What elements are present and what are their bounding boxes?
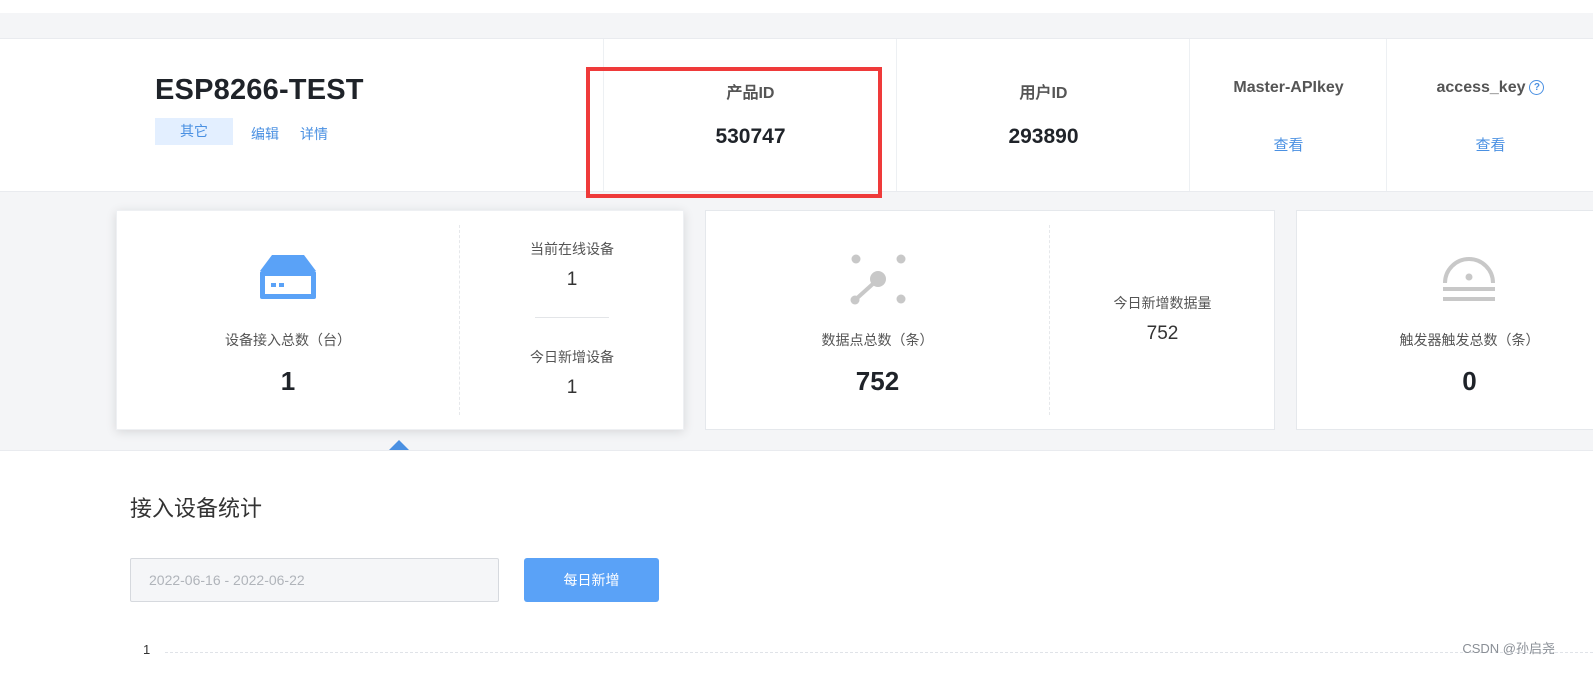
datapoints-total-section: 数据点总数（条） 752 xyxy=(706,211,1049,429)
datapoints-detail-section: 今日新增数据量 752 xyxy=(1049,211,1276,429)
triggers-stat-card[interactable]: 触发器触发总数（条） 0 xyxy=(1296,210,1593,430)
y-axis-tick: 1 xyxy=(143,642,151,657)
access-key-view-link[interactable]: 查看 xyxy=(1387,134,1593,155)
detail-link[interactable]: 详情 xyxy=(300,124,328,144)
highlight-box xyxy=(586,67,882,198)
device-stats-section: 接入设备统计 每日新增 1 CSDN @孙启尧 xyxy=(0,450,1593,675)
datapoint-total-value: 752 xyxy=(855,366,900,396)
master-apikey-view-link[interactable]: 查看 xyxy=(1190,134,1387,155)
section-title: 接入设备统计 xyxy=(130,496,263,521)
help-icon[interactable]: ? xyxy=(1529,80,1545,96)
devices-total-section: 设备接入总数（台） 1 xyxy=(117,211,459,429)
devices-detail-section: 当前在线设备 1 今日新增设备 1 xyxy=(459,211,685,429)
device-total-value: 1 xyxy=(280,366,296,396)
trigger-icon xyxy=(1443,257,1495,301)
datapoints-stat-card[interactable]: 数据点总数（条） 752 今日新增数据量 752 xyxy=(705,210,1275,430)
separator xyxy=(535,317,609,318)
category-tag: 其它 xyxy=(155,118,233,145)
date-range-input[interactable] xyxy=(130,558,499,602)
access-key-label: access_key xyxy=(1436,79,1526,96)
access-key-col: access_key? 查看 xyxy=(1386,39,1593,191)
access-key-label-row: access_key? xyxy=(1387,79,1593,97)
online-device-label: 当前在线设备 xyxy=(530,241,614,257)
devices-stat-card[interactable]: 设备接入总数（台） 1 当前在线设备 1 今日新增设备 1 xyxy=(116,210,684,430)
new-device-label: 今日新增设备 xyxy=(530,349,614,365)
top-strip xyxy=(0,0,1593,13)
active-card-pointer xyxy=(389,440,409,450)
daily-new-button[interactable]: 每日新增 xyxy=(524,558,659,602)
new-device-value: 1 xyxy=(566,377,578,398)
user-id-label: 用户ID xyxy=(1019,85,1068,102)
product-name: ESP8266-TEST xyxy=(155,74,364,106)
new-datapoint-value: 752 xyxy=(1146,323,1179,344)
watermark: CSDN @孙启尧 xyxy=(1462,641,1555,656)
datapoint-icon xyxy=(850,254,906,305)
master-apikey-col: Master-APIkey 查看 xyxy=(1189,39,1387,191)
edit-link[interactable]: 编辑 xyxy=(251,124,279,144)
user-id-value: 293890 xyxy=(1008,125,1079,148)
chart-gridline xyxy=(165,652,1593,653)
device-total-label: 设备接入总数（台） xyxy=(225,332,351,348)
server-icon xyxy=(260,255,316,299)
trigger-total-value: 0 xyxy=(1462,366,1477,396)
master-apikey-label: Master-APIkey xyxy=(1233,79,1344,96)
datapoint-total-label: 数据点总数（条） xyxy=(821,332,934,348)
trigger-total-label: 触发器触发总数（条） xyxy=(1399,332,1540,348)
user-id-col: 用户ID 293890 xyxy=(896,39,1190,191)
online-device-value: 1 xyxy=(566,269,578,290)
new-datapoint-label: 今日新增数据量 xyxy=(1113,295,1212,311)
